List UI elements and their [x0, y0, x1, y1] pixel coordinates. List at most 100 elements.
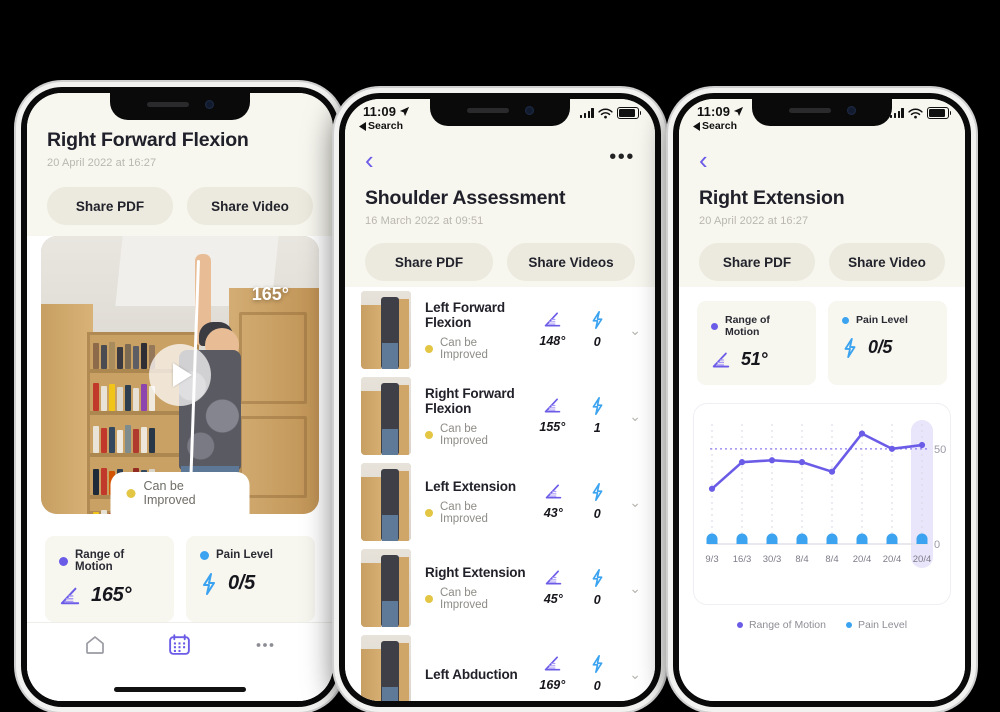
status-dot-icon: [126, 488, 136, 498]
bolt-icon: [592, 655, 603, 673]
progress-chart[interactable]: 50 0 9/3 16/3 30/3 8/4 8/4 20/4 20/4 20/4: [704, 416, 954, 591]
rom-value: 169°: [539, 678, 566, 692]
metric-label: Range of Motion: [725, 314, 770, 338]
ellipsis-icon: [256, 642, 274, 647]
exercise-status: Can be Improved: [425, 337, 525, 361]
assessment-list[interactable]: Left Forward Flexion Can be Improved 148° 0…: [345, 287, 655, 701]
share-video-button[interactable]: Share Video: [829, 243, 945, 281]
list-item-main: Right Forward Flexion Can be Improved: [425, 386, 525, 447]
exercise-status: Can be Improved: [425, 587, 527, 611]
status-time: 11:09: [697, 104, 731, 119]
bolt-icon: [203, 572, 215, 595]
nav-row-middle: ‹ •••: [345, 143, 655, 177]
chart-data-point[interactable]: [708, 485, 716, 492]
bolt-icon: [592, 569, 603, 587]
nav-row-right: ‹: [679, 143, 965, 177]
list-item[interactable]: Left Abduction 169° 0 ⌄: [345, 631, 655, 701]
exercise-thumbnail[interactable]: [361, 549, 411, 627]
exercise-name: Right Extension: [425, 565, 526, 580]
share-video-button[interactable]: Share Video: [187, 187, 313, 225]
back-button[interactable]: ‹: [365, 147, 374, 173]
share-pdf-button[interactable]: Share PDF: [699, 243, 815, 281]
status-dot-icon: [425, 509, 433, 517]
metric-value: 0/5: [228, 572, 255, 594]
share-pdf-button[interactable]: Share PDF: [47, 187, 173, 225]
chart-data-point[interactable]: [828, 468, 836, 475]
calendar-icon: [169, 634, 191, 655]
metric-card-range-of-motion: Range of Motion 51°: [697, 301, 816, 385]
chart-x-label: 30/3: [763, 554, 782, 565]
metric-label: Pain Level: [856, 314, 908, 326]
tab-calendar[interactable]: [167, 632, 192, 662]
page-title: Right Extension: [699, 187, 845, 209]
back-button[interactable]: ‹: [699, 147, 708, 173]
exercise-thumbnail[interactable]: [361, 635, 411, 701]
exercise-thumbnail[interactable]: [361, 377, 411, 455]
chart-bar: [856, 533, 868, 544]
exercise-status: Can be Improved: [425, 423, 525, 447]
thumb-legs: [382, 687, 398, 701]
angle-icon: [545, 484, 562, 499]
chart-bar: [796, 533, 808, 544]
header-section-middle: 11:09 Search ‹ ••• Shoulder Assessment 1…: [345, 99, 655, 287]
rom-value: 148°: [539, 334, 566, 348]
exercise-thumbnail[interactable]: [361, 463, 411, 541]
metric-card-pain-level: Pain Level 0/5: [186, 536, 315, 622]
list-item[interactable]: Right Forward Flexion Can be Improved 155°…: [345, 373, 655, 459]
chevron-down-icon[interactable]: ⌄: [627, 580, 641, 597]
legend-label: Range of Motion: [748, 619, 826, 631]
status-back-link[interactable]: Search: [693, 120, 737, 132]
exercise-name: Right Forward Flexion: [425, 385, 515, 416]
legend-dot-icon: [736, 622, 743, 628]
angle-icon: [712, 352, 730, 367]
more-options-icon[interactable]: •••: [609, 147, 635, 167]
share-actions: Share PDF Share Video: [27, 169, 333, 243]
thumb-door-left: [361, 649, 381, 701]
legend-item-pain-level: Pain Level: [846, 619, 907, 631]
chart-data-point[interactable]: [798, 459, 806, 466]
home-indicator: [114, 687, 246, 692]
chart-bar: [916, 533, 928, 544]
chart-data-point[interactable]: [918, 441, 926, 449]
video-player[interactable]: 165° Can be Improved: [41, 236, 319, 514]
chart-data-point[interactable]: [888, 445, 896, 452]
exercise-thumbnail[interactable]: [361, 291, 411, 369]
chart-bar: [736, 533, 748, 544]
share-videos-button[interactable]: Share Videos: [507, 243, 635, 281]
tab-home[interactable]: [83, 633, 107, 662]
thumb-legs: [382, 515, 398, 541]
exercise-pain: 0: [585, 569, 609, 607]
chevron-down-icon[interactable]: ⌄: [627, 322, 641, 339]
status-badge: Can be Improved: [110, 472, 250, 514]
status-dot-icon: [425, 430, 433, 439]
share-pdf-button[interactable]: Share PDF: [365, 243, 493, 281]
exercise-status-label: Can be Improved: [440, 587, 488, 611]
exercise-rom: 169°: [539, 655, 565, 692]
play-icon[interactable]: [149, 344, 211, 406]
status-bar-left: 11:09: [363, 104, 410, 119]
chart-data-point[interactable]: [768, 457, 776, 464]
chart-bar: [766, 533, 778, 544]
chevron-down-icon[interactable]: ⌄: [627, 494, 641, 511]
angle-overlay-label: 165°: [251, 284, 289, 304]
list-item[interactable]: Left Forward Flexion Can be Improved 148° 0…: [345, 287, 655, 373]
list-item[interactable]: Right Extension Can be Improved 45° 0 ⌄: [345, 545, 655, 631]
exercise-values: 148° 0: [539, 311, 613, 349]
signal-icon: [579, 108, 594, 118]
chart-data-point[interactable]: [858, 430, 866, 437]
exercise-status-label: Can be Improved: [440, 422, 488, 447]
tab-more[interactable]: [253, 633, 277, 662]
chart-legend: Range of Motion Pain Level: [679, 619, 965, 631]
status-bar-right: [889, 107, 952, 119]
chart-data-point[interactable]: [738, 459, 746, 466]
list-item[interactable]: Left Extension Can be Improved 43° 0 ⌄: [345, 459, 655, 545]
exercise-values: 155° 1: [539, 397, 613, 435]
chevron-down-icon[interactable]: ⌄: [627, 666, 641, 683]
metric-card-pain-level: Pain Level 0/5: [828, 301, 947, 385]
chevron-down-icon[interactable]: ⌄: [627, 408, 641, 425]
wifi-icon: [908, 108, 923, 119]
progress-chart-card[interactable]: 50 0 9/3 16/3 30/3 8/4 8/4 20/4 20/4 20/4: [693, 403, 951, 605]
triangle-left-icon: [359, 121, 366, 131]
status-back-link[interactable]: Search: [359, 120, 403, 132]
angle-icon: [544, 398, 561, 413]
